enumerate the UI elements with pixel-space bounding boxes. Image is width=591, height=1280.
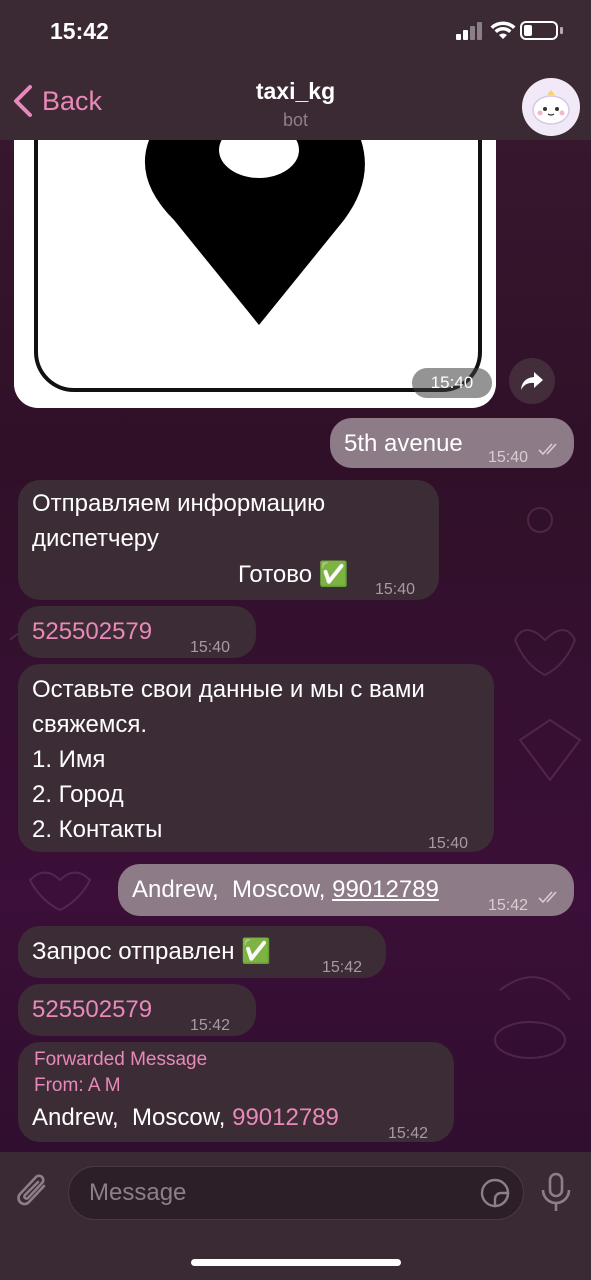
message-time: 15:42 (190, 1017, 231, 1034)
message-text-line: 2. Город (32, 781, 124, 808)
share-arrow-icon (521, 372, 543, 390)
message-time: 15:40 (428, 835, 469, 852)
share-button[interactable] (509, 358, 555, 404)
phone-link[interactable]: 99012789 (232, 1104, 339, 1131)
forwarded-message[interactable]: Forwarded Message From: A M Andrew, Mosc… (18, 1042, 454, 1142)
outgoing-message[interactable]: Andrew, Moscow, 99012789 15:42 (118, 864, 574, 916)
wifi-icon (490, 21, 516, 39)
message-text-line: 1. Имя (32, 746, 106, 773)
incoming-message[interactable]: Запрос отправлен ✅ 15:42 (18, 926, 386, 978)
message-text-line: Отправляем информацию (32, 490, 326, 517)
incoming-message[interactable]: 525502579 15:42 (18, 984, 256, 1036)
outgoing-message[interactable]: 5th avenue 15:40 (330, 418, 574, 468)
cellular-signal-icon (456, 22, 482, 40)
chat-title[interactable]: taxi_kg (0, 78, 591, 105)
image-timestamp: 15:40 (412, 368, 492, 398)
status-time: 15:42 (50, 18, 109, 44)
bot-avatar-icon (532, 90, 570, 125)
message-placeholder: Message (89, 1179, 187, 1206)
message-text: Andrew, Moscow, 99012789 (32, 1100, 339, 1135)
message-time: 15:42 (322, 959, 363, 976)
battery-tip (560, 27, 563, 34)
message-time: 15:40 (375, 581, 416, 598)
message-text-line: 2. Контакты (32, 816, 163, 843)
message-text-line: диспетчеру (32, 525, 159, 552)
message-text: Andrew, Moscow, 99012789 (132, 872, 439, 907)
home-indicator[interactable] (191, 1259, 401, 1266)
message-time: 15:42 (488, 897, 529, 914)
message-text: 525502579 (32, 618, 153, 645)
incoming-message[interactable]: Оставьте свои данные и мы с вами свяжемс… (18, 664, 494, 852)
message-text: Запрос отправлен ✅ (32, 938, 272, 965)
sticker-icon[interactable] (479, 1177, 511, 1209)
chat-subtitle: bot (282, 110, 309, 130)
message-text-part: Andrew, Moscow, (32, 1104, 233, 1131)
status-bar: 15:42 (0, 0, 591, 62)
message-input[interactable]: Message (68, 1166, 524, 1220)
message-text-line: Оставьте свои данные и мы с вами (32, 676, 425, 703)
message-time: 15:40 (190, 639, 231, 656)
read-ticks-icon (538, 891, 557, 904)
read-ticks-icon (538, 443, 557, 456)
incoming-message[interactable]: 525502579 15:40 (18, 606, 256, 658)
message-time: 15:40 (488, 449, 529, 466)
forwarded-label: Forwarded Message (34, 1049, 208, 1070)
battery-icon (520, 21, 558, 40)
avatar[interactable] (522, 78, 580, 136)
forwarded-from[interactable]: From: A M (34, 1074, 121, 1098)
message-text: 5th avenue (344, 430, 463, 457)
message-text-part: Andrew, Moscow, (132, 876, 333, 903)
message-text: 525502579 (32, 996, 153, 1023)
chat-header: Back taxi_kg bot (0, 62, 591, 140)
message-text-line: свяжемся. (32, 711, 148, 738)
phone-link[interactable]: 99012789 (332, 876, 439, 903)
incoming-message[interactable]: Отправляем информацию диспетчеру Готово … (18, 480, 439, 600)
microphone-icon[interactable] (538, 1172, 574, 1214)
message-time: 15:42 (388, 1125, 429, 1142)
paperclip-icon[interactable] (16, 1172, 52, 1212)
message-text-line: Готово ✅ (238, 561, 349, 588)
